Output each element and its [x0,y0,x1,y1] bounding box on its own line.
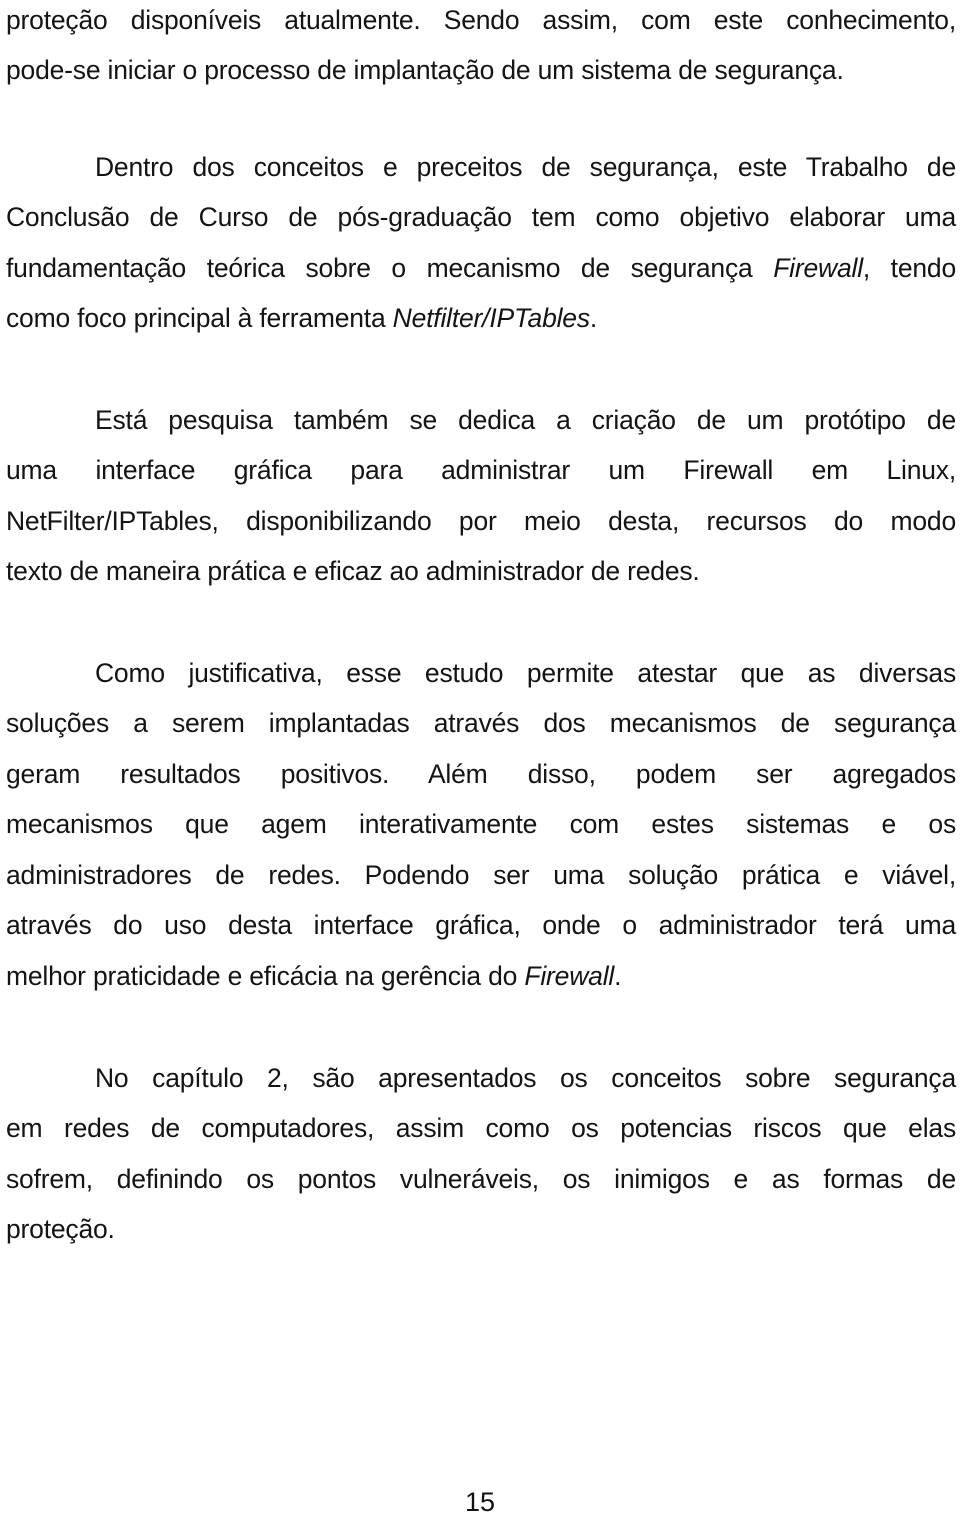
page-number: 15 [464,1487,496,1517]
text-line: proteção. [6,1209,956,1249]
text-run: proteção disponíveis atualmente. Sendo a… [6,5,956,35]
text-line: pode-se iniciar o processo de implantaçã… [6,50,956,90]
text-run: Conclusão de Curso de pós-graduação tem … [6,202,956,232]
text-run: através do uso desta interface gráfica, … [6,910,956,940]
text-line: fundamentação teórica sobre o mecanismo … [6,248,956,288]
text-run: como foco principal à ferramenta [6,303,393,333]
text-line: administradores de redes. Podendo ser um… [6,855,956,895]
text-run: em redes de computadores, assim como os … [6,1113,956,1143]
text-line: Está pesquisa também se dedica a criação… [95,400,956,440]
text-line: sofrem, definindo os pontos vulneráveis,… [6,1159,956,1199]
text-line: texto de maneira prática e eficaz ao adm… [6,551,956,591]
italic-term: Firewall [524,961,615,991]
text-line: soluções a serem implantadas através dos… [6,703,956,743]
text-run: geram resultados positivos. Além disso, … [6,759,956,789]
text-run: fundamentação teórica sobre o mecanismo … [6,253,774,283]
text-run: . [589,303,598,333]
italic-term: Netfilter/IPTables [392,303,590,333]
text-run: soluções a serem implantadas através dos… [6,708,956,738]
text-run: proteção. [6,1214,115,1244]
text-run: uma interface gráfica para administrar u… [6,455,956,485]
text-line: uma interface gráfica para administrar u… [6,450,956,490]
text-line: proteção disponíveis atualmente. Sendo a… [6,0,956,40]
text-run: sofrem, definindo os pontos vulneráveis,… [6,1164,956,1194]
text-line: Dentro dos conceitos e preceitos de segu… [95,147,956,187]
text-line: Conclusão de Curso de pós-graduação tem … [6,197,956,237]
text-line: melhor praticidade e eficácia na gerênci… [6,956,956,996]
text-run: , tendo [862,253,956,283]
text-run: No capítulo 2, são apresentados os conce… [95,1063,956,1093]
text-line: No capítulo 2, são apresentados os conce… [95,1058,956,1098]
text-line: em redes de computadores, assim como os … [6,1108,956,1148]
text-line: Como justificativa, esse estudo permite … [95,653,956,693]
italic-term: Firewall [773,253,863,283]
text-run: Está pesquisa também se dedica a criação… [95,405,956,435]
text-run: Dentro dos conceitos e preceitos de segu… [95,152,956,182]
text-run: mecanismos que agem interativamente com … [6,809,956,839]
text-run: texto de maneira prática e eficaz ao adm… [6,556,700,586]
text-line: mecanismos que agem interativamente com … [6,804,956,844]
text-run: melhor praticidade e eficácia na gerênci… [6,961,525,991]
text-run: . [614,961,622,991]
text-line: geram resultados positivos. Além disso, … [6,754,956,794]
text-line: NetFilter/IPTables, disponibilizando por… [6,501,956,541]
text-run: pode-se iniciar o processo de implantaçã… [6,55,844,85]
text-run: NetFilter/IPTables, disponibilizando por… [6,506,956,536]
text-run: Como justificativa, esse estudo permite … [95,658,956,688]
text-line: como foco principal à ferramenta Netfilt… [6,298,956,338]
text-run: administradores de redes. Podendo ser um… [6,860,956,890]
text-line: através do uso desta interface gráfica, … [6,905,956,945]
